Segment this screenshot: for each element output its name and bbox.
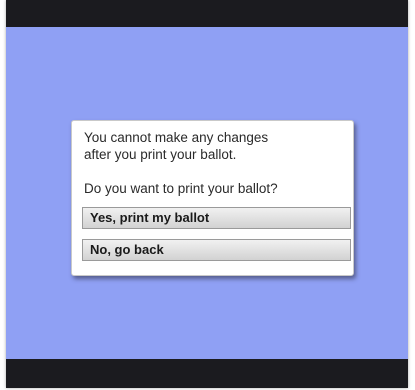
bottom-bar [6,359,408,388]
dialog-question: Do you want to print your ballot? [84,181,278,196]
ballot-screen-frame: You cannot make any changes after you pr… [6,0,408,388]
print-confirmation-dialog: You cannot make any changes after you pr… [71,120,354,276]
top-bar [6,0,408,27]
dialog-message: You cannot make any changes after you pr… [84,129,346,163]
go-back-button[interactable]: No, go back [82,239,351,261]
dialog-message-line-1: You cannot make any changes [84,130,269,145]
screen-background: You cannot make any changes after you pr… [6,27,408,359]
dialog-message-line-2: after you print your ballot. [84,147,237,162]
print-ballot-button[interactable]: Yes, print my ballot [82,207,351,229]
